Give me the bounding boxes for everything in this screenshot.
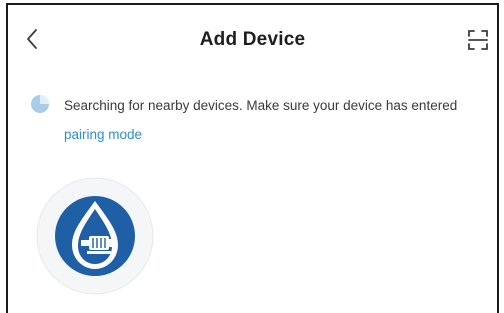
page-title: Add Device (199, 29, 306, 50)
app-screen: Add Device Searching for nearby devices.… (6, 3, 499, 313)
status-text: Searching for nearby devices. Make sure … (64, 98, 458, 113)
scan-button[interactable] (466, 28, 490, 52)
loading-spinner-icon (31, 95, 49, 113)
pairing-mode-link[interactable]: pairing mode (64, 127, 142, 142)
found-device-button[interactable] (34, 175, 156, 297)
water-drop-pump-icon (36, 177, 154, 295)
scan-frame-icon (468, 30, 488, 50)
header-bar: Add Device (8, 5, 497, 69)
search-status: Searching for nearby devices. Make sure … (30, 91, 490, 149)
status-message: Searching for nearby devices. Make sure … (64, 91, 490, 149)
